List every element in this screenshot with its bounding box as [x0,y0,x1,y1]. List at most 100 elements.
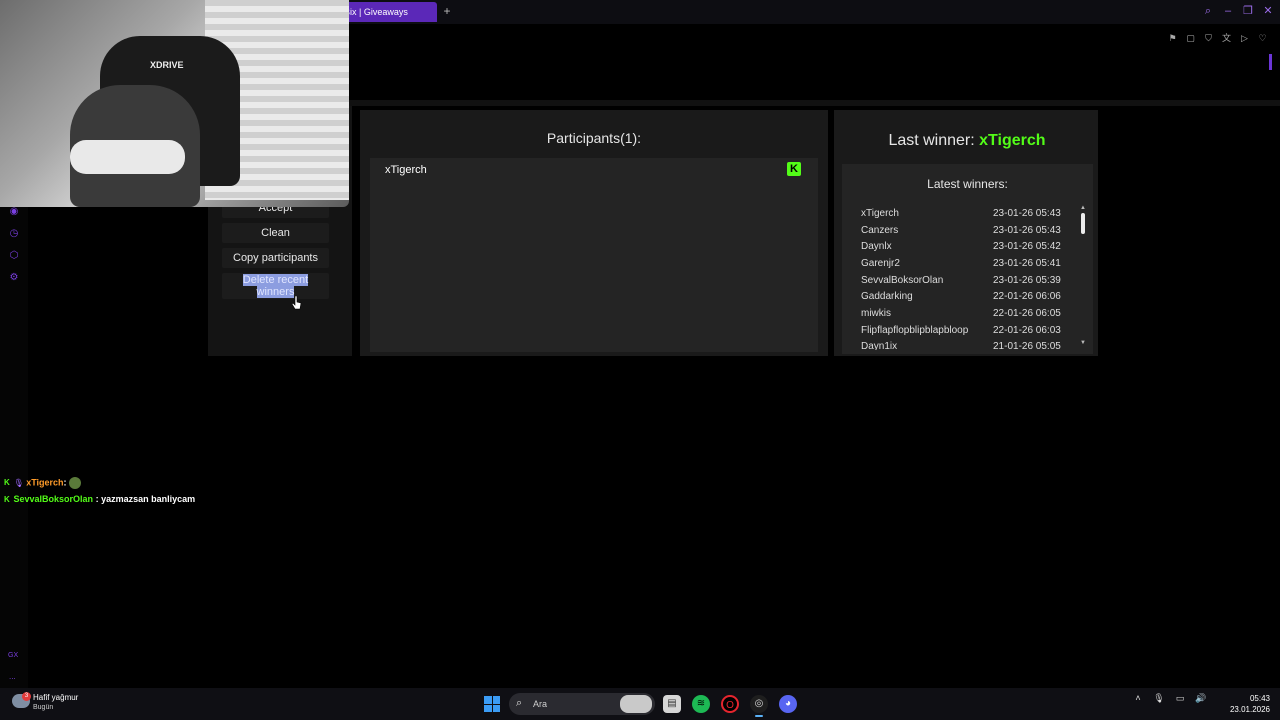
latest-winners-title: Latest winners: [927,177,1008,191]
winner-row: SevvalBoksorOlan 23-01-26 05:39 [861,275,1071,289]
scrollbar-thumb[interactable] [1081,213,1085,234]
winner-name: Dayn1ix [861,341,898,350]
webcam-overlay: XDRIVE [0,0,349,207]
volume-icon[interactable]: 🔊 [1195,692,1207,704]
chat-separator: : [63,477,67,488]
winner-row: Gaddarking 22-01-26 06:06 [861,291,1071,305]
mic-icon: 🎙 [13,478,24,488]
sidebar-accent-bar [1269,54,1272,70]
window-controls: ⌕ – ❐ ✕ [1202,4,1274,18]
tab-giveaways[interactable]: Bix | Giveaways [338,2,437,22]
new-tab-button[interactable]: + [440,4,454,18]
translate-icon[interactable]: 文 [1221,32,1232,44]
weather-widget[interactable]: 3 Hafif yağmur Bugün [12,692,92,716]
windows-start-icon[interactable] [484,696,500,712]
extensions-icon[interactable]: ⬡ [8,250,20,262]
delete-label-line2: winners [256,286,295,298]
more-icon[interactable]: ... [9,672,16,681]
winner-date: 22-01-26 06:05 [993,308,1061,319]
winner-name: miwkis [861,308,891,319]
winner-row: xTigerch 23-01-26 05:43 [861,208,1071,222]
chat-username[interactable]: SevvalBoksorOlan [14,494,94,504]
bookmark-icon[interactable]: ⚑ [1167,32,1178,44]
search-highlight-image [620,695,652,713]
emote-icon [69,477,82,489]
weather-day: Bugün [33,704,54,711]
chat-text: yazmazsan banliycam [101,494,196,504]
shield-icon[interactable]: ⛉ [1203,32,1214,44]
winner-date: 23-01-26 05:43 [993,208,1061,219]
spotify-icon[interactable]: ≋ [692,695,710,713]
chat-message: K 🎙 xTigerch: [4,477,82,489]
chat-message: K SevvalBoksorOlan : yazmazsan banliycam [4,494,195,504]
winner-date: 21-01-26 05:05 [993,341,1061,350]
winner-row: Garenjr2 23-01-26 05:41 [861,258,1071,272]
chevron-up-icon[interactable]: ˄ [1132,692,1144,704]
taskbar-clock[interactable]: 05:43 23.01.2026 [1226,693,1270,715]
heart-icon[interactable]: ♡ [1257,32,1268,44]
clock-time: 05:43 [1249,694,1270,703]
winner-date: 22-01-26 06:06 [993,291,1061,302]
file-explorer-icon[interactable]: ▤ [663,695,681,713]
kick-badge-icon: K [4,478,10,488]
chat-separator: : [95,494,99,504]
participants-list [370,158,818,352]
participant-name: xTigerch [385,164,427,176]
display-icon[interactable]: ▭ [1174,692,1186,704]
winner-name: Flipflapflopblipblapbloop [861,325,969,336]
browser-sidebar: ◉ ◷ ⬡ ⚙ [0,200,28,690]
last-winner-prefix: Last winner: [888,132,975,149]
weather-badge: 3 [22,692,31,701]
close-icon[interactable]: ✕ [1262,4,1274,18]
kick-badge-icon: K [4,495,10,504]
mouse-cursor-icon [292,296,302,310]
obs-icon[interactable]: ◎ [750,695,768,713]
vr-headset [70,140,185,174]
opera-gx-icon[interactable]: O [721,695,739,713]
winner-row: Canzers 23-01-26 05:43 [861,225,1071,239]
active-app-indicator [755,715,763,717]
microphone-icon[interactable]: 🎙 [1153,692,1165,704]
winner-row: Flipflapflopblipblapbloop 22-01-26 06:03 [861,325,1071,339]
search-placeholder: Ara [533,699,548,709]
winner-date: 22-01-26 06:03 [993,325,1061,336]
search-icon: ⌕ [516,697,523,709]
scroll-down-icon[interactable]: ▼ [1080,340,1086,346]
settings-icon[interactable]: ⚙ [8,272,20,284]
search-icon[interactable]: ⌕ [1202,4,1214,18]
winner-name: Gaddarking [861,291,913,302]
winner-name: Daynlx [861,241,892,252]
winner-date: 23-01-26 05:41 [993,258,1061,269]
minimize-icon[interactable]: – [1222,4,1234,18]
toolbar-icons: ⚑ ▢ ⛉ 文 ▷ ♡ [1167,32,1268,44]
gx-label: GX [8,652,19,659]
player-icon[interactable]: ◉ [8,206,20,218]
discord-icon[interactable]: ◕ [779,695,797,713]
winner-date: 23-01-26 05:39 [993,275,1061,286]
last-winner-name: xTigerch [979,132,1046,149]
history-icon[interactable]: ◷ [8,228,20,240]
clock-date: 23.01.2026 [1229,705,1270,714]
winner-date: 23-01-26 05:43 [993,225,1061,236]
scroll-up-icon[interactable]: ▲ [1080,205,1086,211]
weather-text: Hafif yağmur [33,693,79,702]
chair-logo: XDRIVE [150,60,184,70]
winner-name: SevvalBoksorOlan [861,275,944,286]
winner-row: Daynlx 23-01-26 05:42 [861,241,1071,255]
chat-username[interactable]: xTigerch [26,477,63,487]
winner-name: Canzers [861,225,899,236]
winner-name: Garenjr2 [861,258,900,269]
clean-button[interactable]: Clean [222,223,329,243]
delete-recent-winners-button[interactable]: Delete recent winners [222,273,329,299]
restore-icon[interactable]: ❐ [1242,4,1254,18]
copy-participants-button[interactable]: Copy participants [222,248,329,268]
last-winner-heading: Last winner: xTigerch [834,132,1100,150]
winner-row: miwkis 22-01-26 06:05 [861,308,1071,322]
winner-date: 23-01-26 05:42 [993,241,1061,252]
winner-row: Dayn1ix 21-01-26 05:05 [861,341,1071,350]
play-icon[interactable]: ▷ [1239,32,1250,44]
participants-title: Participants(1): [546,130,642,146]
delete-label-line1: Delete recent [242,274,309,286]
screenshot-icon[interactable]: ▢ [1185,32,1196,44]
kick-icon: K [787,162,801,176]
